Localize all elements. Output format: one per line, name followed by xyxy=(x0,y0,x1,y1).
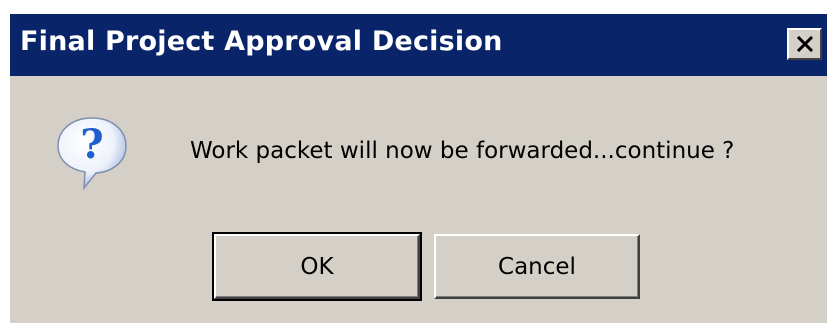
close-icon xyxy=(796,36,813,52)
dialog-titlebar[interactable]: Final Project Approval Decision xyxy=(10,14,827,76)
dialog-title: Final Project Approval Decision xyxy=(20,26,503,57)
svg-text:?: ? xyxy=(80,121,103,168)
ok-button[interactable]: OK xyxy=(212,232,422,301)
dialog-message: Work packet will now be forwarded...cont… xyxy=(190,138,735,164)
cancel-button[interactable]: Cancel xyxy=(434,234,640,299)
close-button[interactable] xyxy=(787,28,822,60)
confirmation-dialog: Final Project Approval Decision ? Work p… xyxy=(8,12,827,323)
question-icon: ? xyxy=(57,117,127,191)
